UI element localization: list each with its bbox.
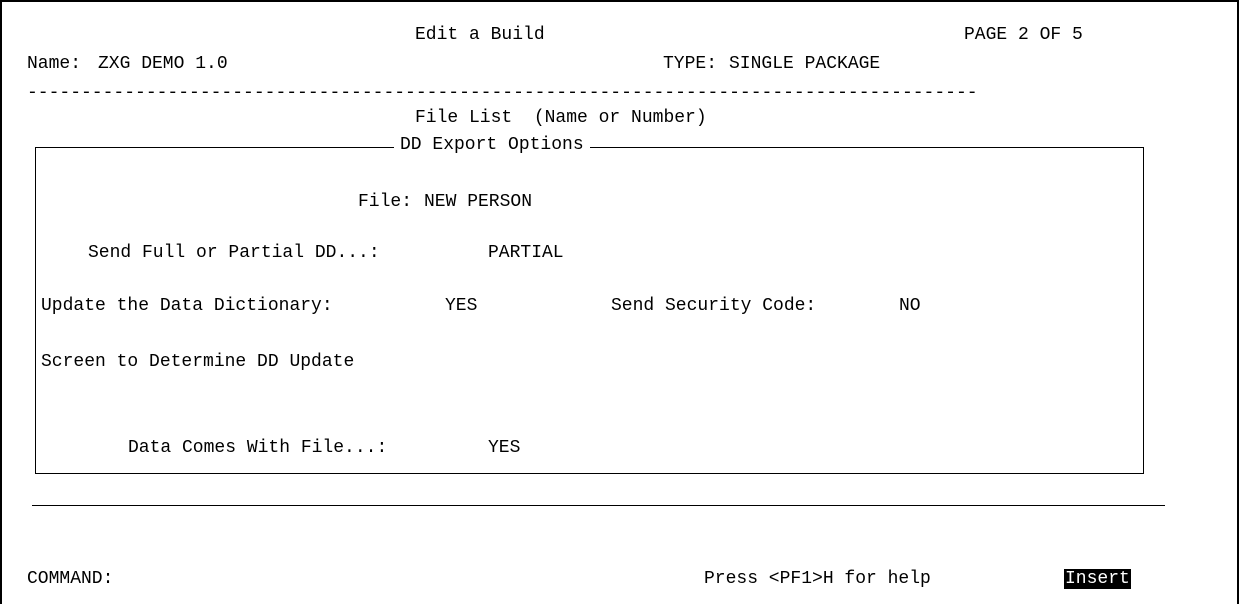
data-comes-label: Data Comes With File...: (128, 438, 388, 458)
header-separator: ----------------------------------------… (27, 83, 978, 103)
build-name-value[interactable]: ZXG DEMO 1.0 (98, 54, 228, 74)
terminal-screen: Edit a Build PAGE 2 OF 5 Name: ZXG DEMO … (0, 0, 1239, 604)
help-hint: Press <PF1>H for help (704, 569, 931, 589)
page-indicator: PAGE 2 OF 5 (964, 25, 1083, 45)
bottom-divider (32, 505, 1165, 506)
file-value[interactable]: NEW PERSON (424, 192, 532, 212)
data-comes-value[interactable]: YES (488, 438, 520, 458)
section-title: File List (Name or Number) (415, 108, 707, 128)
send-dd-value[interactable]: PARTIAL (488, 243, 564, 263)
screen-dd-update-field[interactable]: Screen to Determine DD Update (41, 352, 354, 372)
security-code-value[interactable]: NO (899, 296, 921, 316)
file-label: File: (358, 192, 413, 212)
command-prompt[interactable]: COMMAND: (27, 569, 113, 589)
build-name-label: Name: (27, 54, 82, 74)
update-dd-value[interactable]: YES (445, 296, 477, 316)
screen-title: Edit a Build (415, 25, 545, 45)
insert-mode-indicator: Insert (1064, 569, 1131, 589)
build-type-value: SINGLE PACKAGE (729, 54, 881, 74)
security-code-label: Send Security Code: (611, 296, 817, 316)
build-type-label: TYPE: (663, 54, 718, 74)
update-dd-label: Update the Data Dictionary: (41, 296, 333, 316)
send-dd-label: Send Full or Partial DD...: (88, 243, 380, 263)
dialog-title: DD Export Options (394, 135, 590, 155)
